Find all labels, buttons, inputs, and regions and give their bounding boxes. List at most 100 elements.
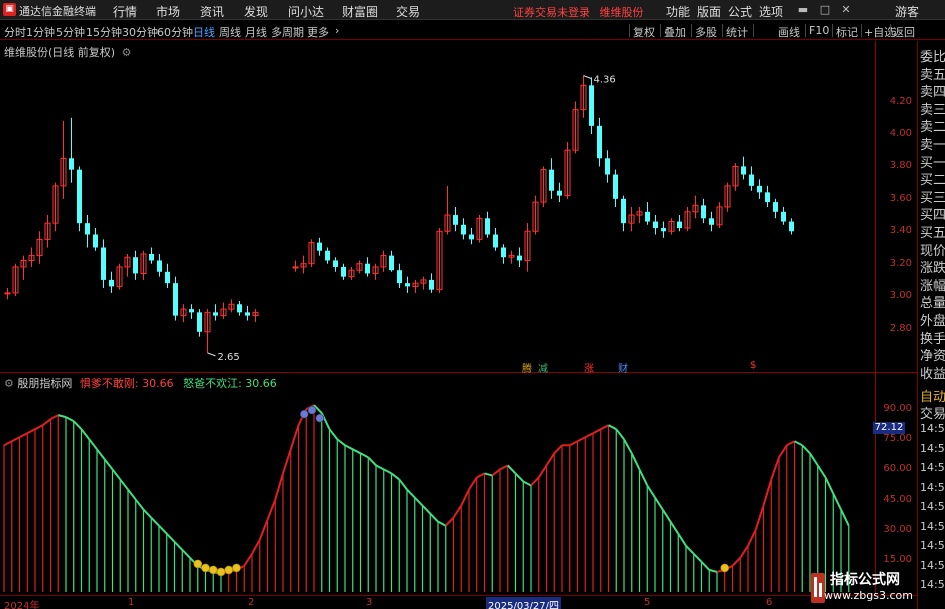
indicator-line-segment bbox=[460, 489, 470, 507]
side-item[interactable]: 买一 bbox=[920, 152, 945, 171]
indicator-line-segment bbox=[65, 416, 75, 423]
side-item[interactable]: 卖三 bbox=[920, 99, 945, 118]
side-item[interactable]: 买二 bbox=[920, 169, 945, 188]
period-daily[interactable]: 日线 bbox=[193, 24, 215, 40]
tool-overlay[interactable]: 叠加 bbox=[664, 24, 686, 40]
trade-label[interactable]: 交易 bbox=[920, 403, 945, 422]
event-tag[interactable]: 腾 bbox=[522, 360, 532, 375]
side-item[interactable]: 总量 bbox=[920, 292, 945, 311]
menu-exchange[interactable]: 市场 bbox=[156, 3, 180, 20]
indicator-chart[interactable] bbox=[0, 387, 875, 594]
indicator-line-segment bbox=[638, 468, 649, 486]
side-item[interactable]: 换手 bbox=[920, 328, 945, 347]
candle-body bbox=[245, 312, 250, 316]
tool-mark[interactable]: 标记 bbox=[836, 24, 858, 40]
indicator-line-segment bbox=[600, 424, 609, 431]
side-item[interactable]: 买五 bbox=[920, 222, 945, 241]
indicator-line-segment bbox=[50, 414, 59, 421]
minimize-icon[interactable]: ▬ bbox=[795, 2, 811, 18]
period-1min[interactable]: 1分钟 bbox=[26, 24, 55, 40]
tool-draw[interactable]: 画线 bbox=[778, 24, 800, 40]
event-tag[interactable]: 减 bbox=[538, 360, 548, 375]
quote-side-panel[interactable]: 委比 卖五 卖四 卖三 卖二 卖一 买一 买二 买三 买四 买五 现价 涨跌 涨幅 总量 外盘 换手 净资 收益 自动… bbox=[917, 41, 945, 609]
candle-body bbox=[237, 304, 242, 313]
event-tag[interactable]: 财 bbox=[618, 360, 628, 375]
side-item[interactable]: 收益 bbox=[920, 363, 945, 382]
period-weekly[interactable]: 周线 bbox=[219, 24, 241, 40]
indicator-line-segment bbox=[778, 444, 788, 458]
side-item[interactable]: 委比 bbox=[920, 46, 945, 65]
menu-options[interactable]: 选项 bbox=[759, 3, 783, 20]
stock-title-text: 维维股份(日线 前复权) bbox=[4, 46, 116, 59]
menu-wealth[interactable]: 财富圈 bbox=[342, 3, 378, 20]
indicator-line-segment bbox=[801, 444, 811, 455]
side-item[interactable]: 卖二 bbox=[920, 116, 945, 135]
indicator-line-segment bbox=[646, 484, 656, 499]
period-intraday[interactable]: 分时 bbox=[4, 24, 26, 40]
close-icon[interactable]: ✕ bbox=[838, 2, 854, 18]
candle-body bbox=[93, 234, 98, 248]
login-notice-text: 证券交易未登录 bbox=[513, 6, 590, 19]
smiley-icon bbox=[193, 559, 203, 569]
tool-multistock[interactable]: 多股 bbox=[695, 24, 717, 40]
settings-icon[interactable]: ⚙ bbox=[122, 46, 132, 59]
date-label: 3 bbox=[366, 597, 373, 608]
side-item[interactable]: 买三 bbox=[920, 187, 945, 206]
side-item[interactable]: 买四 bbox=[920, 204, 945, 223]
period-15min[interactable]: 15分钟 bbox=[86, 24, 122, 40]
indicator-line-segment bbox=[507, 464, 517, 475]
restore-icon[interactable]: □ bbox=[817, 2, 833, 18]
indicator-line-segment bbox=[654, 496, 664, 511]
event-tag[interactable]: $ bbox=[750, 360, 756, 371]
indicator-line-segment bbox=[96, 448, 106, 460]
tool-back[interactable]: 返回 bbox=[893, 24, 915, 40]
stock-link[interactable]: 维维股份 bbox=[600, 6, 644, 19]
menu-trade[interactable]: 交易 bbox=[396, 3, 420, 20]
side-item[interactable]: 现价 bbox=[920, 240, 945, 259]
side-item[interactable]: 涨跌 bbox=[920, 257, 945, 276]
indicator-line-segment bbox=[282, 448, 292, 474]
side-item[interactable]: 卖五 bbox=[920, 64, 945, 83]
indicator-line-segment bbox=[545, 452, 556, 466]
login-notice[interactable]: 证券交易未登录 维维股份 bbox=[513, 4, 644, 20]
period-30min[interactable]: 30分钟 bbox=[122, 24, 158, 40]
candle-body bbox=[485, 218, 490, 235]
price-tick-label: 3.20 bbox=[889, 257, 912, 269]
menu-function[interactable]: 功能 bbox=[666, 3, 690, 20]
candle-body bbox=[589, 85, 594, 126]
stock-title[interactable]: 维维股份(日线 前复权) ⚙ bbox=[4, 44, 131, 60]
chevron-right-icon[interactable]: › bbox=[335, 24, 339, 37]
indicator-line-segment bbox=[375, 464, 385, 471]
menu-ask[interactable]: 问小达 bbox=[288, 3, 324, 20]
menu-layout[interactable]: 版面 bbox=[697, 3, 721, 20]
indicator-line-segment bbox=[816, 464, 827, 478]
divider bbox=[890, 24, 891, 37]
side-item[interactable]: 净资 bbox=[920, 345, 945, 364]
period-5min[interactable]: 5分钟 bbox=[56, 24, 85, 40]
period-more[interactable]: 更多 bbox=[307, 24, 329, 40]
side-item[interactable]: 外盘 bbox=[920, 310, 945, 329]
trade-time: 14:56 bbox=[920, 441, 945, 455]
event-tag[interactable]: 涨 bbox=[584, 360, 594, 375]
menu-news[interactable]: 资讯 bbox=[200, 3, 224, 20]
period-monthly[interactable]: 月线 bbox=[245, 24, 267, 40]
period-multi[interactable]: 多周期 bbox=[271, 24, 304, 40]
guest-label[interactable]: 游客 bbox=[895, 3, 919, 20]
menu-formula[interactable]: 公式 bbox=[728, 3, 752, 20]
price-chart[interactable]: 4.36 2.65 bbox=[0, 41, 875, 371]
indicator-line-segment bbox=[786, 440, 795, 447]
tool-stats[interactable]: 统计 bbox=[726, 24, 748, 40]
sad-face-icon bbox=[299, 409, 309, 419]
side-item[interactable]: 卖四 bbox=[920, 81, 945, 100]
menu-market[interactable]: 行情 bbox=[113, 3, 137, 20]
menu-discover[interactable]: 发现 bbox=[244, 3, 268, 20]
indicator-line-segment bbox=[111, 468, 122, 481]
period-60min[interactable]: 60分钟 bbox=[157, 24, 193, 40]
tool-adjust[interactable]: 复权 bbox=[633, 24, 655, 40]
tool-f10[interactable]: F10 bbox=[809, 24, 829, 37]
indicator-line-segment bbox=[258, 519, 269, 541]
side-item[interactable]: 涨幅 bbox=[920, 275, 945, 294]
candle-body bbox=[645, 211, 650, 222]
side-item[interactable]: 卖一 bbox=[920, 134, 945, 153]
candle-body bbox=[741, 166, 746, 175]
